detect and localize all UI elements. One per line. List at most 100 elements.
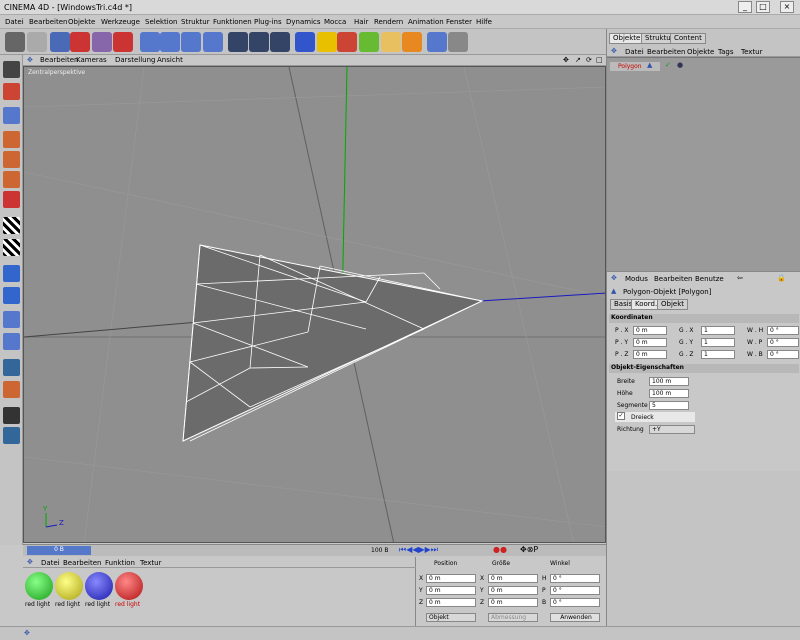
attr-size-y[interactable]: 1 bbox=[701, 338, 735, 347]
tab-objekte[interactable]: Objekte bbox=[609, 33, 645, 44]
material-swatch[interactable] bbox=[85, 572, 113, 600]
spline-icon[interactable] bbox=[317, 32, 337, 52]
maximize-button[interactable]: □ bbox=[756, 1, 770, 13]
select-icon[interactable] bbox=[50, 32, 70, 52]
brush-icon[interactable] bbox=[3, 287, 20, 304]
attr-menu-bearbeiten[interactable]: Bearbeiten bbox=[654, 275, 692, 283]
menu-objekte[interactable]: Objekte bbox=[68, 18, 95, 26]
nurbs-icon[interactable] bbox=[337, 32, 357, 52]
dreieck-checkbox[interactable]: ✓ bbox=[617, 412, 625, 420]
keyframe-icon[interactable] bbox=[3, 381, 20, 398]
status-nav-icon[interactable]: ✥ bbox=[24, 629, 30, 637]
obj-menu-bearbeiten[interactable]: Bearbeiten bbox=[647, 48, 685, 56]
animation-icon[interactable] bbox=[3, 359, 20, 376]
size-z-field[interactable]: 0 m bbox=[488, 598, 538, 607]
timeline-bar[interactable]: 0 B 100 B ⏮◀◀▶▶⏭ ●● ✥⊗P bbox=[23, 544, 606, 556]
cube-icon[interactable] bbox=[295, 32, 315, 52]
attr-pos-z[interactable]: 0 m bbox=[633, 350, 667, 359]
hoehe-field[interactable]: 100 m bbox=[649, 389, 689, 398]
lock-icon[interactable]: 🔒 bbox=[777, 274, 786, 282]
x-axis-icon[interactable] bbox=[140, 32, 160, 52]
menu-struktur[interactable]: Struktur bbox=[181, 18, 210, 26]
mat-menu-textur[interactable]: Textur bbox=[140, 559, 161, 567]
attr-rot-p[interactable]: 0 ° bbox=[767, 338, 799, 347]
material-nav-icon[interactable]: ✥ bbox=[27, 558, 33, 566]
vp-menu-bearbeiten[interactable]: Bearbeiten bbox=[40, 56, 78, 64]
mat-menu-datei[interactable]: Datei bbox=[41, 559, 60, 567]
coord-system-icon[interactable] bbox=[203, 32, 223, 52]
scene-icon[interactable] bbox=[402, 32, 422, 52]
attr-menu-modus[interactable]: Modus bbox=[625, 275, 648, 283]
menu-fenster[interactable]: Fenster bbox=[446, 18, 472, 26]
attr-menu-benutze[interactable]: Benutze bbox=[695, 275, 724, 283]
coord-mode-select[interactable]: Objekt bbox=[426, 613, 476, 622]
object-row[interactable]: Polygon bbox=[610, 62, 660, 71]
camera-icon[interactable] bbox=[427, 32, 447, 52]
rotate-icon[interactable] bbox=[113, 32, 133, 52]
menu-datei[interactable]: Datei bbox=[5, 18, 24, 26]
menu-hilfe[interactable]: Hilfe bbox=[476, 18, 492, 26]
menu-bearbeiten[interactable]: Bearbeiten bbox=[29, 18, 67, 26]
render-settings-icon[interactable] bbox=[270, 32, 290, 52]
angle-p-field[interactable]: 0 ° bbox=[550, 586, 600, 595]
object-name[interactable]: Polygon bbox=[618, 63, 642, 70]
viewport-rotate-icon[interactable]: ⟳ bbox=[586, 56, 592, 64]
workplane-icon[interactable] bbox=[3, 333, 20, 350]
attr-size-z[interactable]: 1 bbox=[701, 350, 735, 359]
snap-icon[interactable] bbox=[3, 311, 20, 328]
attr-pos-y[interactable]: 0 m bbox=[633, 338, 667, 347]
mat-menu-funktion[interactable]: Funktion bbox=[105, 559, 135, 567]
menu-dynamics[interactable]: Dynamics bbox=[286, 18, 321, 26]
move-icon[interactable] bbox=[70, 32, 90, 52]
render-view-icon[interactable] bbox=[228, 32, 248, 52]
render-picture-icon[interactable] bbox=[249, 32, 269, 52]
size-mode-select[interactable]: Abmessung bbox=[488, 613, 538, 622]
menu-werkzeuge[interactable]: Werkzeuge bbox=[101, 18, 140, 26]
attr-rot-b[interactable]: 0 ° bbox=[767, 350, 799, 359]
tab-objekt[interactable]: Objekt bbox=[657, 299, 689, 310]
sculpt-icon[interactable] bbox=[3, 407, 20, 424]
viewport-zoom-icon[interactable]: ↗ bbox=[575, 56, 581, 64]
attr-size-x[interactable]: 1 bbox=[701, 326, 735, 335]
vp-menu-kameras[interactable]: Kameras bbox=[76, 56, 107, 64]
mat-menu-bearbeiten[interactable]: Bearbeiten bbox=[63, 559, 101, 567]
menu-funktionen[interactable]: Funktionen bbox=[213, 18, 252, 26]
array-icon[interactable] bbox=[359, 32, 379, 52]
points-tool-icon[interactable] bbox=[3, 151, 20, 168]
model-tool-icon[interactable] bbox=[3, 83, 20, 100]
record-icon[interactable]: ●● bbox=[493, 545, 507, 554]
texture-axis-icon[interactable] bbox=[3, 239, 20, 256]
size-y-field[interactable]: 0 m bbox=[488, 586, 538, 595]
redo-icon[interactable] bbox=[27, 32, 47, 52]
attr-nav-icon[interactable]: ✥ bbox=[611, 274, 617, 282]
vp-menu-darstellung[interactable]: Darstellung bbox=[115, 56, 155, 64]
undo-icon[interactable] bbox=[5, 32, 25, 52]
timeline-start[interactable]: 0 B bbox=[27, 546, 91, 555]
y-axis-icon[interactable] bbox=[160, 32, 180, 52]
tab-content[interactable]: Content bbox=[670, 33, 706, 44]
minimize-button[interactable]: _ bbox=[738, 1, 752, 13]
material-swatch[interactable] bbox=[55, 572, 83, 600]
polygons-tool-icon[interactable] bbox=[3, 191, 20, 208]
visibility-icon[interactable]: ✓ bbox=[665, 61, 671, 69]
viewport-icon[interactable] bbox=[3, 61, 20, 78]
deformer-icon[interactable] bbox=[381, 32, 401, 52]
viewport-nav-icon[interactable]: ✥ bbox=[27, 56, 33, 64]
angle-h-field[interactable]: 0 ° bbox=[550, 574, 600, 583]
axis-tool-icon[interactable] bbox=[3, 131, 20, 148]
apply-button[interactable]: Anwenden bbox=[550, 613, 600, 622]
playback-controls-icon[interactable]: ⏮◀◀▶▶⏭ bbox=[399, 545, 438, 555]
obj-menu-objekte[interactable]: Objekte bbox=[687, 48, 714, 56]
close-button[interactable]: × bbox=[780, 1, 794, 13]
angle-b-field[interactable]: 0 ° bbox=[550, 598, 600, 607]
pos-y-field[interactable]: 0 m bbox=[426, 586, 476, 595]
material-swatch[interactable] bbox=[25, 572, 53, 600]
keyframe-tools-icon[interactable]: ✥⊗P bbox=[520, 545, 538, 554]
paint-icon[interactable] bbox=[3, 265, 20, 282]
menu-mocca[interactable]: Mocca bbox=[324, 18, 346, 26]
back-icon[interactable]: ⇦ bbox=[737, 274, 743, 282]
menu-selektion[interactable]: Selektion bbox=[145, 18, 177, 26]
attr-pos-x[interactable]: 0 m bbox=[633, 326, 667, 335]
texture-tool-icon[interactable] bbox=[3, 217, 20, 234]
material-swatch[interactable] bbox=[115, 572, 143, 600]
